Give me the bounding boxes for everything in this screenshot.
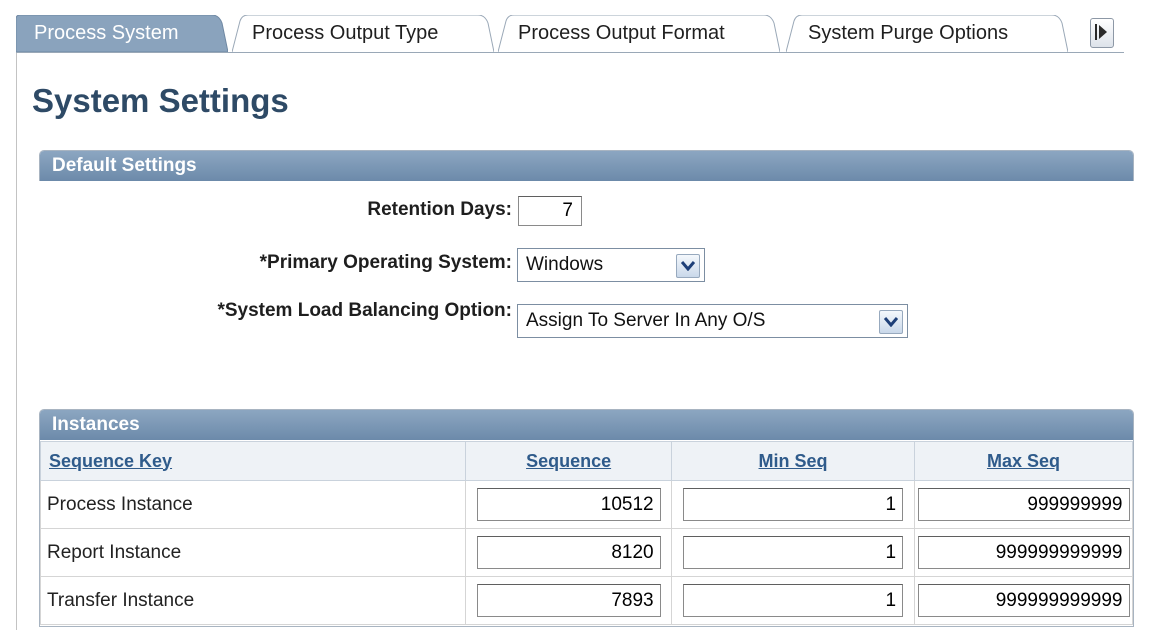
load-balancing-select[interactable]: Assign To Server In Any O/S (517, 304, 908, 338)
page-title: System Settings (32, 82, 289, 119)
tab-process-output-type[interactable]: Process Output Type (232, 15, 494, 52)
sequence-key-cell: Transfer Instance (39, 576, 467, 625)
min-seq-input[interactable]: 1 (683, 584, 904, 617)
column-header-min-seq[interactable]: Min Seq (671, 441, 915, 481)
chevron-down-icon[interactable] (676, 254, 700, 278)
sequence-input[interactable]: 7893 (476, 584, 661, 617)
retention-days-label: Retention Days: (367, 199, 512, 220)
grid-header-row: Sequence Key Sequence Min Seq Max Seq (39, 441, 1133, 481)
selected-value: Assign To Server In Any O/S (526, 310, 766, 331)
tab-system-purge-options[interactable]: System Purge Options (786, 15, 1068, 52)
min-seq-input[interactable]: 1 (683, 488, 904, 521)
primary-os-select[interactable]: Windows (517, 248, 705, 282)
sort-link[interactable]: Sequence (526, 451, 611, 471)
tab-process-system[interactable]: Process System (16, 15, 228, 52)
column-header-sequence-key[interactable]: Sequence Key (39, 441, 467, 481)
sort-link[interactable]: Min Seq (759, 451, 828, 471)
right-arrow-glyph (1095, 24, 1107, 40)
chevron-glyph (681, 261, 695, 271)
sort-link[interactable]: Max Seq (987, 451, 1060, 471)
tab-label: Process Output Type (252, 22, 439, 44)
chevron-glyph (884, 317, 898, 327)
table-row: Transfer Instance 7893 1 999999999999 (39, 576, 1133, 625)
min-seq-cell: 1 (671, 576, 915, 625)
max-seq-input[interactable]: 999999999999 (917, 584, 1130, 617)
tab-label: System Purge Options (808, 22, 1009, 44)
group-header: Default Settings (40, 151, 1133, 181)
selected-value: Windows (526, 254, 604, 275)
column-header-sequence[interactable]: Sequence (465, 441, 673, 481)
min-seq-cell: 1 (671, 480, 915, 529)
retention-days-input[interactable]: 7 (518, 196, 582, 226)
table-row: Report Instance 8120 1 999999999999 (39, 528, 1133, 577)
max-seq-cell: 999999999 (914, 480, 1133, 529)
primary-os-label: *Primary Operating System: (259, 252, 512, 273)
chevron-down-icon[interactable] (879, 310, 903, 334)
max-seq-input[interactable]: 999999999999 (917, 536, 1130, 569)
instances-grid: Sequence Key Sequence Min Seq Max Seq Pr… (39, 441, 1133, 625)
table-row: Process Instance 10512 1 999999999 (39, 480, 1133, 529)
sequence-cell: 7893 (465, 576, 673, 625)
min-seq-cell: 1 (671, 528, 915, 577)
tab-scroll-right-button[interactable] (1082, 16, 1116, 52)
sequence-input[interactable]: 10512 (476, 488, 661, 521)
max-seq-cell: 999999999999 (914, 576, 1133, 625)
sequence-cell: 10512 (465, 480, 673, 529)
tab-baseline (16, 52, 1124, 53)
tab-bar: Process System Process Output Type Proce… (0, 0, 1154, 54)
load-balancing-label: *System Load Balancing Option: (217, 300, 512, 321)
right-arrow-icon[interactable] (1090, 18, 1114, 48)
column-header-max-seq[interactable]: Max Seq (914, 441, 1133, 481)
tab-label: Process System (34, 22, 179, 44)
sequence-key-cell: Report Instance (39, 528, 467, 577)
sequence-cell: 8120 (465, 528, 673, 577)
tab-process-output-format[interactable]: Process Output Format (498, 15, 780, 52)
default-settings-group: Default Settings (39, 150, 1134, 181)
tab-label: Process Output Format (518, 22, 725, 44)
max-seq-cell: 999999999999 (914, 528, 1133, 577)
sort-link[interactable]: Sequence Key (49, 451, 172, 471)
page-left-border (16, 20, 17, 630)
group-header: Instances (40, 410, 1133, 440)
min-seq-input[interactable]: 1 (683, 536, 904, 569)
sequence-key-cell: Process Instance (39, 480, 467, 529)
sequence-input[interactable]: 8120 (476, 536, 661, 569)
max-seq-input[interactable]: 999999999 (917, 488, 1130, 521)
